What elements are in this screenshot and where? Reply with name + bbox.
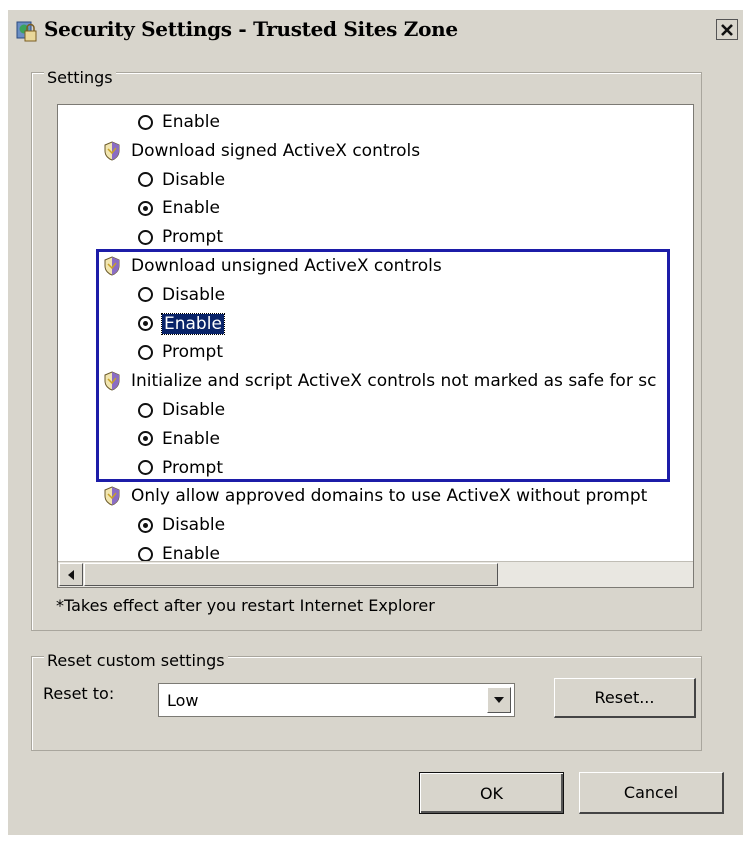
radio-option[interactable]: Disable [138,281,225,309]
cancel-button[interactable]: Cancel [579,772,724,814]
window-title: Security Settings - Trusted Sites Zone [44,17,458,41]
reset-group-label: Reset custom settings [44,651,228,670]
radio-option[interactable]: Enable [138,425,220,453]
radio-unchecked-icon[interactable] [138,287,153,303]
option-label: Enable [162,112,220,132]
reset-level-select[interactable]: Low [158,683,515,717]
close-icon [721,23,733,36]
radio-unchecked-icon[interactable] [138,229,153,245]
shield-icon [103,256,121,276]
radio-checked-icon[interactable] [138,431,153,447]
settings-group-label: Settings [44,68,116,87]
chevron-down-icon [494,697,504,703]
reset-button[interactable]: Reset... [554,678,696,718]
option-label: Enable [162,428,220,449]
setting-category: Only allow approved domains to use Activ… [103,482,647,510]
radio-unchecked-icon[interactable] [138,546,153,562]
option-label: Prompt [162,342,223,363]
radio-checked-icon[interactable] [138,316,153,332]
radio-option[interactable]: Enable [138,194,220,222]
option-label: Enable [162,198,220,219]
shield-icon [103,486,121,506]
option-label: Disable [162,515,226,536]
option-label: Enable [161,312,225,335]
setting-category: Download signed ActiveX controls [103,137,420,165]
setting-category: Initialize and script ActiveX controls n… [103,367,656,395]
radio-option[interactable]: Disable [138,511,225,539]
option-label: Disable [162,284,226,305]
radio-option[interactable]: Disable [138,166,225,194]
radio-option[interactable]: Prompt [138,338,223,366]
option-label: Disable [162,400,226,420]
scroll-left-button[interactable] [59,563,83,586]
radio-checked-icon[interactable] [138,517,153,533]
setting-label: Initialize and script ActiveX controls n… [131,371,657,392]
ok-button[interactable]: OK [419,772,564,814]
reset-to-label: Reset to: [43,684,115,703]
shield-icon [103,141,121,161]
title-bar: Security Settings - Trusted Sites Zone [8,10,743,50]
close-button[interactable] [716,19,738,40]
settings-list[interactable]: Enable Download signed ActiveX controls Di… [57,104,694,588]
shield-icon [103,371,121,391]
radio-checked-icon[interactable] [138,200,153,216]
setting-label: Only allow approved domains to use Activ… [131,486,648,507]
radio-unchecked-icon[interactable] [138,114,153,130]
radio-unchecked-icon[interactable] [138,460,153,476]
radio-unchecked-icon[interactable] [138,344,153,360]
horizontal-scroll-thumb[interactable] [84,563,498,586]
reset-level-value: Low [167,691,199,710]
radio-unchecked-icon[interactable] [138,172,153,188]
setting-category: Download unsigned ActiveX controls [103,252,442,280]
horizontal-scrollbar[interactable] [58,561,693,587]
setting-label: Download unsigned ActiveX controls [131,256,442,276]
option-label: Disable [162,169,226,190]
radio-option[interactable]: Enable [138,310,225,338]
app-icon [14,18,40,44]
dropdown-button[interactable] [487,687,511,713]
option-label: Prompt [162,227,223,248]
radio-option[interactable]: Prompt [138,454,223,482]
option-label: Prompt [162,457,223,478]
radio-option[interactable]: Prompt [138,223,223,251]
radio-unchecked-icon[interactable] [138,402,153,418]
radio-option[interactable]: Enable [138,108,220,136]
arrow-left-icon [68,569,74,580]
restart-note: *Takes effect after you restart Internet… [56,596,435,615]
radio-option[interactable]: Disable [138,396,225,424]
setting-label: Download signed ActiveX controls [131,140,421,161]
